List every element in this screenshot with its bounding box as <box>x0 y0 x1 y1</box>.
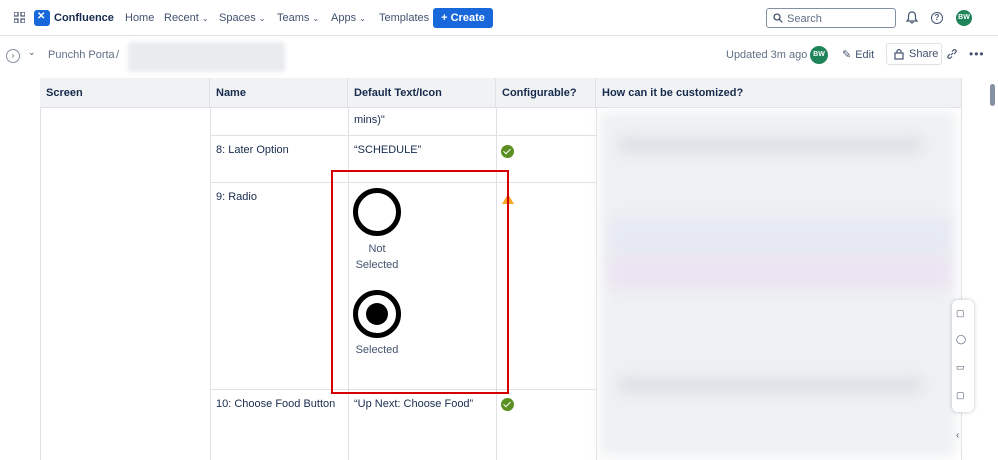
default-text-cell: mins)" <box>354 114 385 126</box>
column-header-customization: How can it be customized? <box>596 78 962 108</box>
radio-selected-icon <box>353 290 401 338</box>
chevron-down-icon: ⌄ <box>359 14 366 23</box>
redacted-content <box>610 258 950 288</box>
nav-home[interactable]: Home <box>125 12 154 24</box>
sidebar-expand-icon[interactable]: › <box>6 49 20 63</box>
toolbar-icon[interactable]: ▭ <box>956 362 965 373</box>
last-updated[interactable]: Updated 3m ago <box>726 49 807 61</box>
check-circle-icon <box>501 398 514 411</box>
column-header-configurable: Configurable? <box>496 78 596 108</box>
top-navigation: Confluence Home Recent⌄ Spaces⌄ Teams⌄ A… <box>0 0 998 36</box>
nav-apps[interactable]: Apps ⌄ <box>331 12 366 24</box>
table-border <box>40 108 41 460</box>
more-options-icon[interactable]: ••• <box>969 47 985 61</box>
warning-icon <box>502 194 514 204</box>
redacted-content <box>620 378 920 392</box>
column-header-default-text: Default Text/Icon <box>348 78 496 108</box>
breadcrumb-space[interactable]: Punchh Porta <box>48 49 115 61</box>
table-row-divider <box>210 135 596 136</box>
confluence-logo-icon[interactable] <box>34 10 50 26</box>
check-circle-icon <box>501 145 514 158</box>
nav-spaces[interactable]: Spaces ⌄ <box>219 12 265 24</box>
chevron-left-icon[interactable]: ‹ <box>956 430 959 441</box>
redacted-content <box>610 218 950 258</box>
floating-toolbar: ▢ ◯ ▭ ▢ <box>952 300 974 412</box>
radio-state-label: Not Selected <box>355 243 399 271</box>
column-header-name: Name <box>210 78 348 108</box>
notifications-bell-icon[interactable] <box>906 11 918 24</box>
chevron-down-icon: ⌄ <box>312 14 320 23</box>
brand-name[interactable]: Confluence <box>54 12 114 24</box>
vertical-scrollbar[interactable] <box>990 84 995 106</box>
table-border <box>596 108 597 460</box>
breadcrumb-redacted <box>128 42 285 72</box>
edit-button[interactable]: ✎ Edit <box>842 46 874 64</box>
nav-templates[interactable]: Templates <box>379 12 429 24</box>
user-avatar[interactable]: BW <box>956 10 972 26</box>
author-avatar[interactable]: BW <box>810 46 828 64</box>
help-icon[interactable]: ? <box>931 12 943 24</box>
lock-icon <box>894 48 904 60</box>
app-switcher-icon[interactable] <box>14 12 25 23</box>
content-table: Screen Name Default Text/Icon Configurab… <box>40 78 962 460</box>
table-border <box>496 108 497 460</box>
name-cell: 10: Choose Food Button <box>216 398 336 410</box>
table-border <box>210 108 211 460</box>
search-input[interactable]: Search <box>766 8 896 28</box>
redacted-content <box>620 138 920 152</box>
toolbar-icon[interactable]: ◯ <box>956 334 966 345</box>
toolbar-icon[interactable]: ▢ <box>956 390 965 401</box>
default-text-cell: “Up Next: Choose Food” <box>354 398 474 410</box>
nav-teams[interactable]: Teams ⌄ <box>277 12 319 24</box>
table-row-divider <box>210 182 596 183</box>
breadcrumb-separator: / <box>116 49 120 61</box>
chevron-down-icon: ⌄ <box>258 14 266 23</box>
name-cell: 8: Later Option <box>216 144 289 156</box>
chevron-down-icon[interactable]: ⌄ <box>28 47 36 58</box>
search-placeholder: Search <box>787 13 822 25</box>
copy-link-icon[interactable] <box>946 48 958 60</box>
chevron-down-icon: ⌄ <box>201 14 209 23</box>
radio-unselected-icon <box>353 188 401 236</box>
search-icon <box>773 13 783 23</box>
share-button[interactable]: Share <box>886 43 942 65</box>
name-cell: 9: Radio <box>216 191 257 203</box>
default-text-cell: “SCHEDULE” <box>354 144 422 156</box>
column-header-screen: Screen <box>40 78 210 108</box>
toolbar-icon[interactable]: ▢ <box>956 308 965 319</box>
radio-state-label: Selected <box>355 344 399 356</box>
create-button[interactable]: + Create <box>433 8 493 28</box>
nav-recent[interactable]: Recent ⌄ <box>164 12 209 24</box>
table-row-divider <box>210 389 596 390</box>
pencil-icon: ✎ <box>842 49 852 61</box>
table-border <box>348 108 349 460</box>
